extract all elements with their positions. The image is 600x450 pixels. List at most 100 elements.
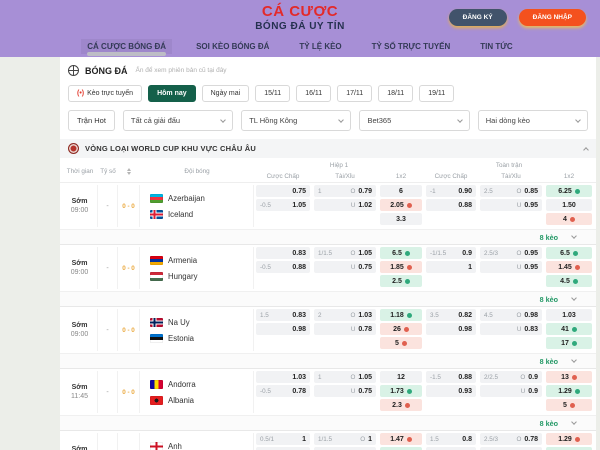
team-row[interactable]: Andorra (150, 380, 253, 389)
handicap-odds-cell[interactable]: -10.90 (426, 185, 476, 197)
handicap-odds-cell[interactable]: 0.98 (256, 323, 310, 335)
team-row[interactable]: Albania (150, 396, 253, 405)
over-under-odds-cell[interactable]: 2.5/3O0.78 (480, 433, 542, 445)
date-filter-chip[interactable]: Ngày mai (202, 85, 250, 102)
date-filter-chip[interactable]: 19/11 (419, 85, 454, 102)
over-under-odds-cell[interactable]: 2.5O0.85 (480, 185, 542, 197)
over-under-odds-cell[interactable]: U0.95 (480, 261, 542, 273)
team-row[interactable]: Hungary (150, 272, 253, 281)
handicap-odds-cell[interactable]: -0.50.78 (256, 385, 310, 397)
over-under-odds-cell[interactable]: 2O1.03 (314, 309, 376, 321)
register-button[interactable]: ĐĂNG KÝ (449, 9, 507, 26)
filter-select[interactable]: TL Hồng Kông (241, 110, 351, 131)
handicap-odds-cell[interactable]: -0.50.88 (256, 261, 310, 273)
handicap-odds-cell[interactable]: -0.51.05 (256, 199, 310, 211)
1x2-odds-cell[interactable]: 1.29 (546, 433, 592, 445)
nav-item[interactable]: TỶ LỆ KÈO (293, 39, 347, 54)
more-odds-expander[interactable]: 8 kèo (60, 229, 596, 245)
handicap-odds-cell[interactable]: 0.75 (256, 185, 310, 197)
more-odds-expander[interactable]: 8 kèo (60, 291, 596, 307)
over-under-odds-cell[interactable]: U0.78 (314, 323, 376, 335)
team-row[interactable]: Anh (150, 442, 253, 450)
team-row[interactable]: Armenia (150, 256, 253, 265)
over-under-odds-cell[interactable]: U0.75 (314, 261, 376, 273)
1x2-odds-cell[interactable]: 2.05 (380, 199, 422, 211)
handicap-odds-cell[interactable]: -1/1.50.9 (426, 247, 476, 259)
date-filter-chip[interactable]: 16/11 (296, 85, 331, 102)
1x2-odds-cell[interactable]: 1.73 (380, 385, 422, 397)
league-header[interactable]: VÒNG LOẠI WORLD CUP KHU VỰC CHÂU ÂU (60, 139, 596, 158)
1x2-odds-cell[interactable]: 41 (546, 323, 592, 335)
handicap-odds-cell[interactable]: 3.50.82 (426, 309, 476, 321)
1x2-odds-cell[interactable]: 12 (380, 371, 422, 383)
date-filter-chip[interactable]: 15/11 (255, 85, 290, 102)
collapse-icon[interactable] (583, 147, 589, 153)
nav-item[interactable]: TIN TỨC (474, 39, 518, 54)
1x2-odds-cell[interactable]: 6.5 (380, 247, 422, 259)
1x2-odds-cell[interactable]: 13 (546, 371, 592, 383)
1x2-odds-cell[interactable]: 1.47 (380, 433, 422, 445)
handicap-odds-cell[interactable]: 0.5/11 (256, 433, 310, 445)
handicap-odds-cell[interactable]: 0.88 (426, 199, 476, 211)
nav-item[interactable]: CÁ CƯỢC BÓNG ĐÁ (81, 39, 172, 54)
1x2-odds-cell[interactable]: 1.45 (546, 261, 592, 273)
chip-label: 18/11 (387, 90, 404, 97)
1x2-odds-cell[interactable]: 17 (546, 337, 592, 349)
1x2-odds-cell[interactable]: 4 (546, 213, 592, 225)
handicap-odds-cell[interactable]: 0.98 (426, 323, 476, 335)
sports-subtitle[interactable]: Ấn để xem phiên bản cũ tại đây (136, 67, 227, 74)
over-under-odds-cell[interactable]: 1/1.5O1.05 (314, 247, 376, 259)
handicap-odds-cell[interactable]: 1.50.83 (256, 309, 310, 321)
1x2-odds-cell[interactable]: 5 (546, 399, 592, 411)
1x2-odds-cell[interactable]: 6.5 (546, 247, 592, 259)
nav-item[interactable]: SOI KÈO BÓNG ĐÁ (190, 39, 275, 54)
over-under-odds-cell[interactable]: 1/1.5O1 (314, 433, 376, 445)
team-row[interactable]: Na Uy (150, 318, 253, 327)
sort-icon[interactable] (118, 168, 140, 175)
nav-item[interactable]: TỶ SỐ TRỰC TUYẾN (366, 39, 457, 54)
hot-matches-button[interactable]: Trận Hot (68, 110, 115, 131)
over-under-odds-cell[interactable]: 1O0.79 (314, 185, 376, 197)
over-under-odds-cell[interactable]: 2/2.5O0.9 (480, 371, 542, 383)
handicap-odds-cell[interactable]: 0.83 (256, 247, 310, 259)
team-row[interactable]: Iceland (150, 210, 253, 219)
handicap-odds-cell[interactable]: 1.50.8 (426, 433, 476, 445)
team-row[interactable]: Estonia (150, 334, 253, 343)
filter-select[interactable]: Tất cả giải đấu (123, 110, 233, 131)
1x2-odds-cell[interactable]: 26 (380, 323, 422, 335)
handicap-odds-cell[interactable]: -1.50.88 (426, 371, 476, 383)
over-under-odds-cell[interactable]: U0.95 (480, 199, 542, 211)
handicap-odds-cell[interactable]: 0.93 (426, 385, 476, 397)
date-filter-chip[interactable]: 17/11 (337, 85, 372, 102)
over-under-odds-cell[interactable]: U0.9 (480, 385, 542, 397)
over-under-odds-cell[interactable]: 2.5/3O0.95 (480, 247, 542, 259)
filter-select[interactable]: Hai dòng kèo (478, 110, 588, 131)
over-under-odds-cell[interactable]: U1.02 (314, 199, 376, 211)
date-filter-chip[interactable]: Hôm nay (148, 85, 196, 102)
date-filter-chip[interactable]: (•)Kèo trực tuyến (68, 85, 142, 102)
1x2-odds-cell[interactable]: 1.50 (546, 199, 592, 211)
1x2-odds-cell[interactable]: 6 (380, 185, 422, 197)
1x2-odds-cell[interactable]: 2.3 (380, 399, 422, 411)
handicap-odds-cell[interactable]: 1 (426, 261, 476, 273)
1x2-odds-cell[interactable]: 5 (380, 337, 422, 349)
1x2-odds-cell[interactable]: 1.03 (546, 309, 592, 321)
handicap-odds-cell[interactable]: 1.03 (256, 371, 310, 383)
more-odds-expander[interactable]: 8 kèo (60, 415, 596, 431)
1x2-odds-cell[interactable]: 1.29 (546, 385, 592, 397)
1x2-odds-cell[interactable]: 3.3 (380, 213, 422, 225)
date-filter-chip[interactable]: 18/11 (378, 85, 413, 102)
over-under-odds-cell[interactable]: U0.75 (314, 385, 376, 397)
over-under-odds-cell[interactable]: 1O1.05 (314, 371, 376, 383)
login-button[interactable]: ĐĂNG NHẬP (519, 9, 586, 26)
1x2-odds-cell[interactable]: 2.5 (380, 275, 422, 287)
over-under-odds-cell[interactable]: 4.5O0.98 (480, 309, 542, 321)
1x2-odds-cell[interactable]: 1.85 (380, 261, 422, 273)
1x2-odds-cell[interactable]: 1.18 (380, 309, 422, 321)
1x2-odds-cell[interactable]: 6.25 (546, 185, 592, 197)
more-odds-expander[interactable]: 8 kèo (60, 353, 596, 369)
1x2-odds-cell[interactable]: 4.5 (546, 275, 592, 287)
team-row[interactable]: Azerbaijan (150, 194, 253, 203)
over-under-odds-cell[interactable]: U0.83 (480, 323, 542, 335)
filter-select[interactable]: Bet365 (359, 110, 469, 131)
